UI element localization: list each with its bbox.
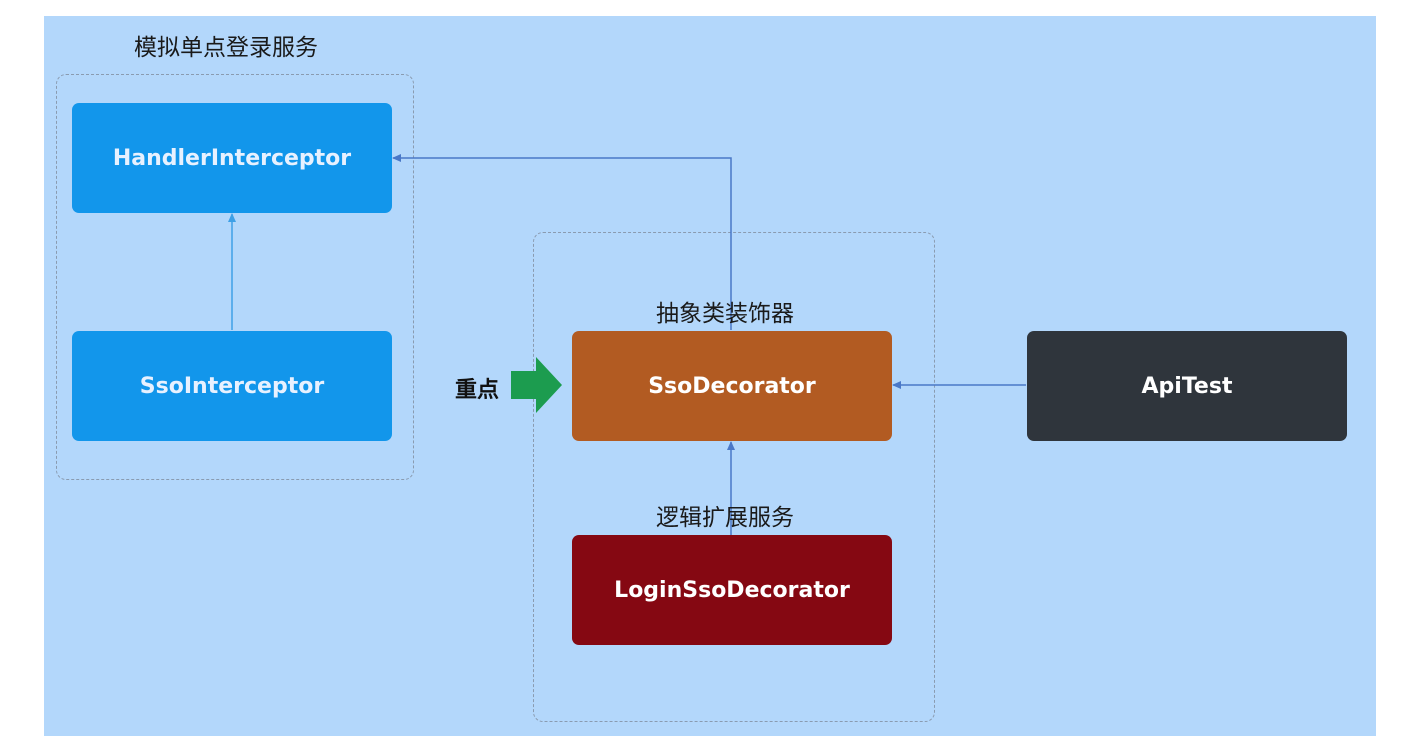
- api-test-node[interactable]: ApiTest: [1027, 331, 1347, 441]
- handler-interceptor-node[interactable]: HandlerInterceptor: [72, 103, 392, 213]
- sso-interceptor-node[interactable]: SsoInterceptor: [72, 331, 392, 441]
- login-sso-decorator-node[interactable]: LoginSsoDecorator: [572, 535, 892, 645]
- sso-service-group-label: 模拟单点登录服务: [134, 35, 318, 61]
- logic-extension-label: 逻辑扩展服务: [656, 505, 794, 531]
- abstract-decorator-label: 抽象类装饰器: [656, 301, 794, 327]
- focus-label: 重点: [455, 378, 500, 403]
- sso-decorator-node[interactable]: SsoDecorator: [572, 331, 892, 441]
